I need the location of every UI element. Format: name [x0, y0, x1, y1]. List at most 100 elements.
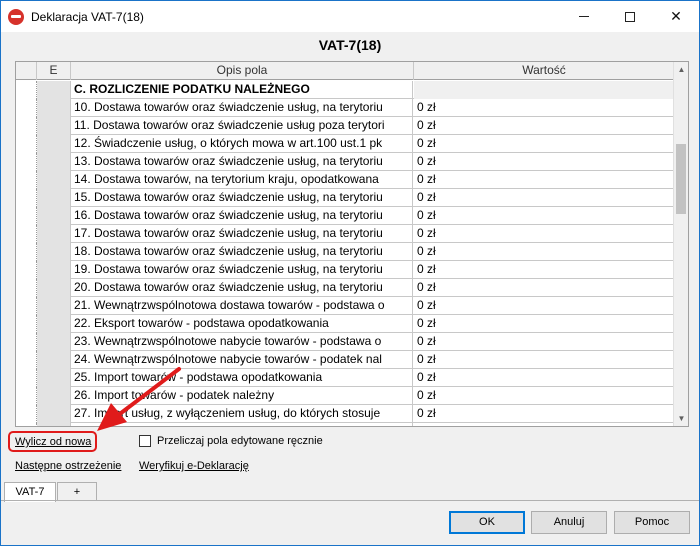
table-row[interactable]: 28. Import usług, z wyłączeniem usług, d… [16, 423, 674, 426]
value-cell[interactable]: 0 zł [414, 405, 674, 423]
row-indicator-cell [16, 81, 37, 99]
tab-vat7[interactable]: VAT-7 [4, 482, 56, 502]
table-row[interactable]: 21. Wewnątrzwspólnotowa dostawa towarów … [16, 297, 674, 315]
scroll-thumb[interactable] [676, 144, 686, 214]
row-indicator-cell [16, 279, 37, 297]
value-cell[interactable]: 0 zł [414, 261, 674, 279]
value-cell[interactable]: 0 zł [414, 423, 674, 426]
header-value[interactable]: Wartość [414, 62, 674, 80]
value-cell[interactable]: 0 zł [414, 351, 674, 369]
table-row[interactable]: 23. Wewnątrzwspólnotowe nabycie towarów … [16, 333, 674, 351]
description-cell: 20. Dostawa towarów oraz świadczenie usł… [71, 279, 413, 297]
value-cell[interactable]: 0 zł [414, 153, 674, 171]
row-indicator-cell [16, 153, 37, 171]
maximize-button[interactable] [607, 1, 653, 32]
description-cell: 11. Dostawa towarów oraz świadczenie usł… [71, 117, 413, 135]
description-cell: 22. Eksport towarów - podstawa opodatkow… [71, 315, 413, 333]
row-indicator-cell [16, 423, 37, 426]
value-cell[interactable]: 0 zł [414, 387, 674, 405]
table-row[interactable]: 11. Dostawa towarów oraz świadczenie usł… [16, 117, 674, 135]
value-cell[interactable]: 0 zł [414, 117, 674, 135]
value-cell[interactable]: 0 zł [414, 333, 674, 351]
app-icon [8, 9, 24, 25]
verify-link[interactable]: Weryfikuj e-Deklarację [139, 460, 249, 472]
e-cell [37, 297, 71, 315]
table-row[interactable]: 24. Wewnątrzwspólnotowe nabycie towarów … [16, 351, 674, 369]
close-icon: ✕ [670, 8, 682, 24]
description-cell: 13. Dostawa towarów oraz świadczenie usł… [71, 153, 413, 171]
e-cell [37, 261, 71, 279]
e-cell [37, 405, 71, 423]
add-tab-button[interactable]: + [57, 482, 97, 501]
ok-button[interactable]: OK [449, 511, 525, 534]
minimize-button[interactable] [561, 1, 607, 32]
description-cell: 28. Import usług, z wyłączeniem usług, d… [71, 423, 413, 426]
table-row[interactable]: 26. Import towarów - podatek należny 0 zł [16, 387, 674, 405]
form-title: VAT-7(18) [318, 37, 382, 53]
scroll-up-icon[interactable]: ▲ [674, 62, 688, 77]
row-indicator-cell [16, 117, 37, 135]
value-cell[interactable]: 0 zł [414, 243, 674, 261]
e-cell [37, 225, 71, 243]
value-cell[interactable]: 0 zł [414, 225, 674, 243]
table-row[interactable]: 18. Dostawa towarów oraz świadczenie usł… [16, 243, 674, 261]
title-bar[interactable]: Deklaracja VAT-7(18) ✕ [1, 1, 699, 32]
e-cell [37, 351, 71, 369]
scroll-down-icon[interactable]: ▼ [674, 411, 688, 426]
e-cell [37, 99, 71, 117]
close-button[interactable]: ✕ [653, 1, 699, 32]
e-cell [37, 171, 71, 189]
next-warning-link[interactable]: Następne ostrzeżenie [15, 460, 121, 472]
row-indicator-cell [16, 243, 37, 261]
table-row[interactable]: 10. Dostawa towarów oraz świadczenie usł… [16, 99, 674, 117]
e-cell [37, 153, 71, 171]
window-title: Deklaracja VAT-7(18) [31, 10, 144, 24]
value-cell[interactable]: 0 zł [414, 99, 674, 117]
description-cell: 16. Dostawa towarów oraz świadczenie usł… [71, 207, 413, 225]
recalculate-link[interactable]: Wylicz od nowa [15, 436, 91, 448]
row-indicator-cell [16, 315, 37, 333]
description-cell: 15. Dostawa towarów oraz świadczenie usł… [71, 189, 413, 207]
table-row[interactable]: 14. Dostawa towarów, na terytorium kraju… [16, 171, 674, 189]
value-cell[interactable]: 0 zł [414, 171, 674, 189]
minimize-icon [579, 16, 589, 17]
table-row[interactable]: 13. Dostawa towarów oraz świadczenie usł… [16, 153, 674, 171]
e-cell [37, 207, 71, 225]
table-row[interactable]: 17. Dostawa towarów oraz świadczenie usł… [16, 225, 674, 243]
value-cell[interactable] [414, 81, 674, 99]
recalc-edited-checkbox[interactable] [139, 435, 151, 447]
description-cell: 18. Dostawa towarów oraz świadczenie usł… [71, 243, 413, 261]
row-indicator-cell [16, 333, 37, 351]
value-cell[interactable]: 0 zł [414, 279, 674, 297]
value-cell[interactable]: 0 zł [414, 135, 674, 153]
table-row[interactable]: 15. Dostawa towarów oraz świadczenie usł… [16, 189, 674, 207]
header-description[interactable]: Opis pola [71, 62, 414, 80]
header-e[interactable]: E [37, 62, 71, 80]
row-indicator-cell [16, 351, 37, 369]
table-row[interactable]: 25. Import towarów - podstawa opodatkowa… [16, 369, 674, 387]
cancel-button[interactable]: Anuluj [531, 511, 607, 534]
vertical-scrollbar[interactable]: ▲ ▼ [673, 62, 688, 426]
recalc-edited-label[interactable]: Przeliczaj pola edytowane ręcznie [157, 435, 323, 447]
table-row[interactable]: 16. Dostawa towarów oraz świadczenie usł… [16, 207, 674, 225]
row-indicator-cell [16, 369, 37, 387]
declaration-grid[interactable]: E Opis pola Wartość C. ROZLICZENIE PODAT… [15, 61, 689, 427]
value-cell[interactable]: 0 zł [414, 189, 674, 207]
value-cell[interactable]: 0 zł [414, 369, 674, 387]
e-cell [37, 333, 71, 351]
e-cell [37, 387, 71, 405]
grid-header: E Opis pola Wartość [16, 62, 674, 80]
table-row[interactable]: 12. Świadczenie usług, o których mowa w … [16, 135, 674, 153]
table-row[interactable]: 27. Import usług, z wyłączeniem usług, d… [16, 405, 674, 423]
value-cell[interactable]: 0 zł [414, 207, 674, 225]
description-cell: 23. Wewnątrzwspólnotowe nabycie towarów … [71, 333, 413, 351]
table-row[interactable]: 19. Dostawa towarów oraz świadczenie usł… [16, 261, 674, 279]
table-row[interactable]: 22. Eksport towarów - podstawa opodatkow… [16, 315, 674, 333]
section-header-row[interactable]: C. ROZLICZENIE PODATKU NALEŻNEGO [16, 81, 674, 99]
value-cell[interactable]: 0 zł [414, 315, 674, 333]
value-cell[interactable]: 0 zł [414, 297, 674, 315]
table-row[interactable]: 20. Dostawa towarów oraz świadczenie usł… [16, 279, 674, 297]
description-cell: C. ROZLICZENIE PODATKU NALEŻNEGO [71, 81, 413, 99]
help-button[interactable]: Pomoc [614, 511, 690, 534]
row-indicator-cell [16, 99, 37, 117]
